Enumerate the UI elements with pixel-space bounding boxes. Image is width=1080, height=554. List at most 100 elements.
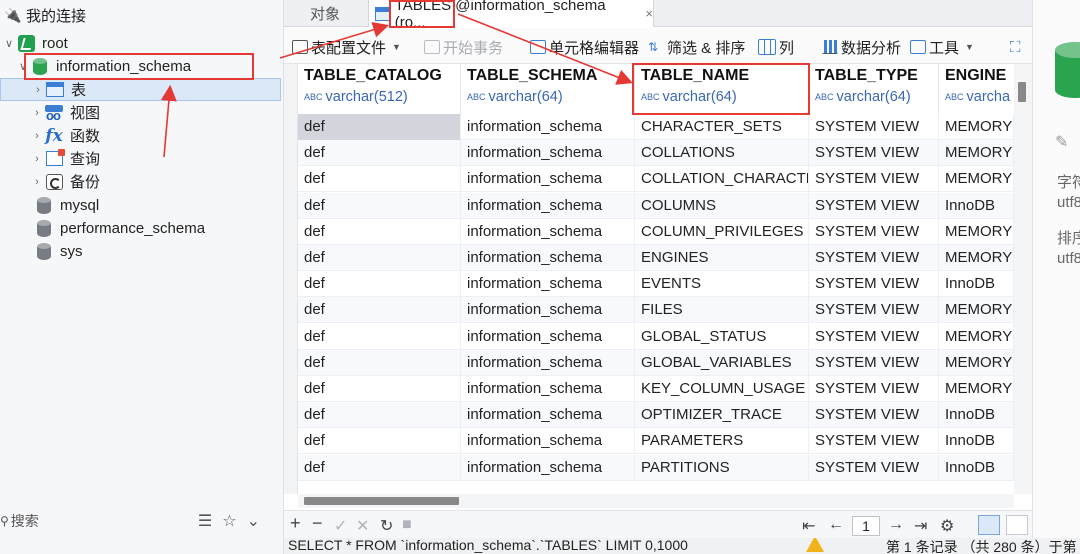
- vertical-scrollbar[interactable]: [1014, 64, 1032, 494]
- data-analysis-button[interactable]: 数据分析: [822, 36, 901, 58]
- column-header-table-name[interactable]: TABLE_NAME ABC varchar(64): [635, 64, 809, 114]
- grid-cell[interactable]: SYSTEM VIEW: [809, 114, 939, 140]
- grid-cell[interactable]: EVENTS: [635, 271, 809, 298]
- grid-cell[interactable]: MEMORY: [939, 218, 1014, 245]
- grid-cell[interactable]: information_schema: [461, 271, 635, 298]
- grid-cell[interactable]: MEMORY: [939, 166, 1014, 193]
- grid-cell[interactable]: SYSTEM VIEW: [809, 402, 939, 429]
- tools-button[interactable]: 工具 ▼: [910, 36, 974, 58]
- table-row[interactable]: def information_schema PARTITIONS SYSTEM VI…: [298, 454, 1014, 481]
- sidebar-search[interactable]: ⚲ 搜索: [0, 511, 39, 531]
- page-number-field[interactable]: 1: [852, 516, 880, 536]
- chevron-down-icon[interactable]: ∨: [16, 60, 30, 73]
- table-row[interactable]: def information_schema OPTIMIZER_TRACE SYST…: [298, 402, 1014, 429]
- table-row[interactable]: def information_schema FILES SYSTEM VIEW MEM…: [298, 297, 1014, 324]
- grid-cell[interactable]: KEY_COLUMN_USAGE: [635, 376, 809, 402]
- table-row[interactable]: def information_schema PARAMETERS SYSTEM VI…: [298, 428, 1014, 455]
- grid-cell[interactable]: def: [298, 297, 461, 324]
- next-page-icon[interactable]: →: [888, 516, 904, 534]
- grid-cell[interactable]: MEMORY: [939, 323, 1014, 350]
- grid-cell[interactable]: OPTIMIZER_TRACE: [635, 402, 809, 429]
- table-row[interactable]: def information_schema ENGINES SYSTEM VIEW M…: [298, 245, 1014, 271]
- grid-view-toggle[interactable]: [978, 515, 1000, 535]
- chevron-right-icon[interactable]: ›: [30, 153, 44, 165]
- grid-cell[interactable]: MEMORY: [939, 140, 1014, 167]
- fullscreen-icon[interactable]: ⛶: [1010, 36, 1021, 58]
- warning-icon[interactable]: [806, 538, 824, 552]
- table-row[interactable]: def information_schema EVENTS SYSTEM VIEW In…: [298, 271, 1014, 298]
- grid-cell[interactable]: MEMORY: [939, 114, 1014, 140]
- grid-cell[interactable]: MEMORY: [939, 349, 1014, 376]
- tree-db-information-schema[interactable]: ∨ information_schema: [0, 55, 284, 78]
- grid-cell[interactable]: information_schema: [461, 166, 635, 193]
- discard-icon[interactable]: ✕: [356, 516, 369, 536]
- begin-transaction-button[interactable]: 开始事务: [424, 36, 503, 58]
- grid-cell[interactable]: InnoDB: [939, 192, 1014, 219]
- add-row-icon[interactable]: +: [290, 513, 301, 534]
- grid-cell[interactable]: SYSTEM VIEW: [809, 349, 939, 376]
- grid-cell[interactable]: InnoDB: [939, 454, 1014, 481]
- grid-cell[interactable]: SYSTEM VIEW: [809, 218, 939, 245]
- form-view-toggle[interactable]: [1006, 515, 1028, 535]
- grid-cell[interactable]: PARTITIONS: [635, 454, 809, 481]
- grid-cell[interactable]: def: [298, 376, 461, 402]
- grid-cell[interactable]: GLOBAL_STATUS: [635, 323, 809, 350]
- grid-cell[interactable]: information_schema: [461, 245, 635, 271]
- table-row[interactable]: def information_schema COLLATION_CHARACTE S…: [298, 166, 1014, 193]
- chevron-down-icon[interactable]: ∨: [2, 37, 16, 50]
- delete-row-icon[interactable]: −: [312, 513, 323, 534]
- first-page-icon[interactable]: ⇤: [802, 516, 815, 536]
- tree-connection-root[interactable]: ∨ root: [0, 32, 284, 55]
- grid-cell[interactable]: InnoDB: [939, 271, 1014, 298]
- tree-item-backups[interactable]: › 备份: [0, 170, 284, 193]
- grid-cell[interactable]: def: [298, 166, 461, 193]
- grid-cell[interactable]: MEMORY: [939, 245, 1014, 271]
- grid-cell[interactable]: COLUMNS: [635, 192, 809, 219]
- grid-cell[interactable]: def: [298, 218, 461, 245]
- column-header-table-schema[interactable]: TABLE_SCHEMA ABC varchar(64): [461, 64, 635, 114]
- column-header-table-catalog[interactable]: TABLE_CATALOG ABC varchar(512): [298, 64, 461, 114]
- grid-cell[interactable]: def: [298, 140, 461, 167]
- grid-cell[interactable]: PARAMETERS: [635, 428, 809, 455]
- grid-cell[interactable]: information_schema: [461, 349, 635, 376]
- close-icon[interactable]: ×: [645, 6, 653, 21]
- table-row[interactable]: def information_schema COLLATIONS SYSTEM VI…: [298, 140, 1014, 167]
- grid-cell[interactable]: MEMORY: [939, 297, 1014, 324]
- chevron-right-icon[interactable]: ›: [30, 107, 44, 119]
- table-row[interactable]: def information_schema COLUMNS SYSTEM VIEW I…: [298, 192, 1014, 219]
- chevron-right-icon[interactable]: ›: [30, 130, 44, 142]
- chevron-right-icon[interactable]: ›: [31, 84, 45, 96]
- grid-cell[interactable]: CHARACTER_SETS: [635, 114, 809, 140]
- grid-cell[interactable]: def: [298, 245, 461, 271]
- filter-icon[interactable]: ☰: [198, 511, 212, 531]
- horizontal-scrollbar[interactable]: [298, 494, 1014, 508]
- tree-item-tables[interactable]: › 表: [0, 78, 281, 101]
- grid-cell[interactable]: def: [298, 323, 461, 350]
- grid-cell[interactable]: SYSTEM VIEW: [809, 297, 939, 324]
- grid-cell[interactable]: SYSTEM VIEW: [809, 192, 939, 219]
- grid-cell[interactable]: information_schema: [461, 114, 635, 140]
- apply-icon[interactable]: ✓: [334, 516, 347, 536]
- stop-icon[interactable]: ■: [402, 516, 412, 534]
- grid-cell[interactable]: COLLATIONS: [635, 140, 809, 167]
- table-row[interactable]: def information_schema KEY_COLUMN_USAGE SYS…: [298, 376, 1014, 402]
- grid-cell[interactable]: information_schema: [461, 428, 635, 455]
- grid-cell[interactable]: information_schema: [461, 454, 635, 481]
- grid-cell[interactable]: SYSTEM VIEW: [809, 166, 939, 193]
- tab-objects[interactable]: 对象: [310, 0, 340, 27]
- grid-cell[interactable]: information_schema: [461, 376, 635, 402]
- grid-cell[interactable]: GLOBAL_VARIABLES: [635, 349, 809, 376]
- columns-button[interactable]: 列: [758, 36, 794, 58]
- scroll-thumb[interactable]: [304, 497, 459, 505]
- grid-cell[interactable]: InnoDB: [939, 402, 1014, 429]
- table-row[interactable]: def information_schema GLOBAL_VARIABLES SYS…: [298, 349, 1014, 376]
- refresh-icon[interactable]: ↻: [380, 516, 393, 536]
- chevron-right-icon[interactable]: ›: [30, 176, 44, 188]
- table-row[interactable]: def information_schema GLOBAL_STATUS SYSTEM…: [298, 323, 1014, 350]
- grid-cell[interactable]: MEMORY: [939, 376, 1014, 402]
- grid-cell[interactable]: information_schema: [461, 192, 635, 219]
- tree-db-mysql[interactable]: mysql: [0, 194, 284, 217]
- grid-cell[interactable]: information_schema: [461, 297, 635, 324]
- grid-cell[interactable]: SYSTEM VIEW: [809, 323, 939, 350]
- grid-cell[interactable]: def: [298, 454, 461, 481]
